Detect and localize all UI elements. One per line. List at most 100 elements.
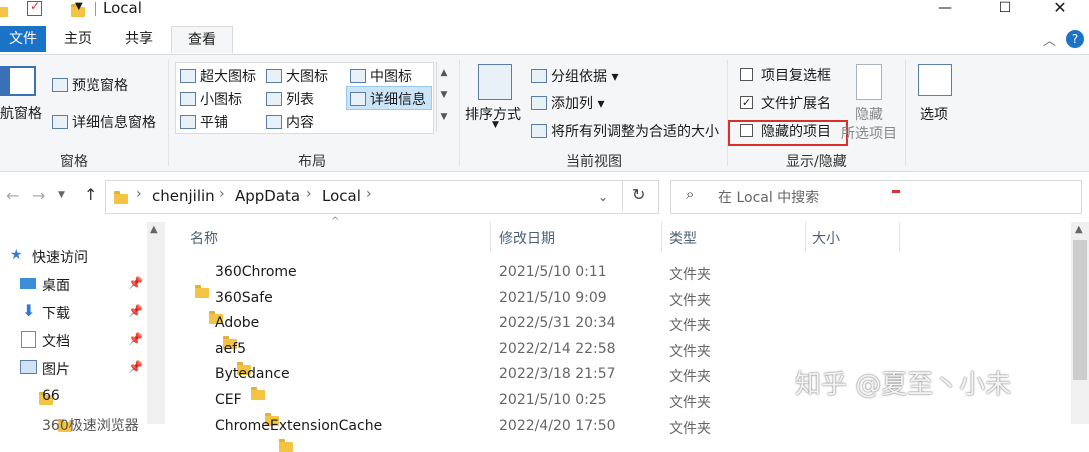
- details-pane-button[interactable]: 详细信息窗格: [52, 112, 156, 132]
- up-icon[interactable]: ↑: [84, 185, 97, 204]
- preview-pane-button[interactable]: 预览窗格: [52, 75, 128, 95]
- tab-view[interactable]: 查看: [171, 26, 233, 53]
- nav-pane-button[interactable]: 航窗格: [0, 103, 42, 123]
- file-name: aef5: [215, 340, 247, 357]
- pin-icon[interactable]: 📌: [128, 360, 143, 374]
- layout-scroll-icons[interactable]: ▲ ▼ ▼: [436, 62, 451, 132]
- search-icon: ⌕: [686, 185, 695, 203]
- qat-dropdown-icon[interactable]: ▼: [75, 1, 83, 12]
- layout-small-icons[interactable]: 小图标: [180, 89, 242, 109]
- item-checkboxes-checkbox[interactable]: [740, 68, 753, 81]
- pin-icon[interactable]: 📌: [128, 332, 143, 346]
- sidebar-item-pictures[interactable]: 图片: [42, 359, 70, 379]
- desktop-icon: [20, 278, 36, 289]
- layout-tiles[interactable]: 平铺: [180, 112, 228, 132]
- details-pane-icon: [52, 115, 68, 129]
- nav-pane-icon-fill: [0, 66, 10, 96]
- file-name: 360Chrome: [215, 264, 297, 280]
- sidebar-item-documents[interactable]: 文档: [42, 331, 70, 351]
- group-label-layout: 布局: [298, 154, 326, 170]
- layout-list[interactable]: 列表: [266, 89, 314, 109]
- chevron-right-icon[interactable]: ›: [366, 186, 372, 202]
- layout-content[interactable]: 内容: [266, 112, 314, 132]
- red-mark: [892, 190, 900, 193]
- details-icon: [350, 92, 366, 106]
- chevron-right-icon: ›: [306, 186, 312, 202]
- back-icon[interactable]: ←: [6, 186, 19, 205]
- collapse-ribbon-icon[interactable]: ︿: [1043, 30, 1056, 49]
- sidebar-item-360browser[interactable]: 360极速浏览器: [42, 415, 139, 435]
- medium-icons-icon: [350, 69, 366, 83]
- group-label-show-hide: 显示/隐藏: [786, 154, 847, 170]
- sidebar-item-66[interactable]: 66: [42, 388, 60, 404]
- search-input[interactable]: 在 Local 中搜索: [718, 187, 819, 207]
- column-header-type[interactable]: 类型: [669, 228, 697, 248]
- help-icon[interactable]: ?: [1066, 30, 1084, 48]
- hidden-items-checkbox[interactable]: [740, 124, 753, 137]
- tab-file[interactable]: 文件: [0, 26, 46, 52]
- ribbon-tabs: [0, 22, 1089, 54]
- tab-home[interactable]: 主页: [60, 26, 96, 52]
- breadcrumb-appdata[interactable]: AppData: [235, 187, 300, 205]
- add-columns-icon: [531, 96, 547, 110]
- sidebar-quick-access[interactable]: 快速访问: [32, 247, 88, 267]
- options-button[interactable]: 选项: [920, 104, 948, 124]
- column-divider[interactable]: [490, 222, 491, 252]
- file-date: 2022/3/18 21:57: [499, 366, 616, 383]
- maximize-button[interactable]: ☐: [985, 0, 1025, 18]
- minimize-button[interactable]: —: [925, 0, 965, 18]
- group-by-button[interactable]: 分组依据 ▾: [531, 66, 618, 86]
- sidebar-item-downloads[interactable]: 下载: [42, 303, 70, 323]
- pin-icon[interactable]: 📌: [128, 304, 143, 318]
- close-button[interactable]: ✕: [1040, 0, 1080, 18]
- add-columns-button[interactable]: 添加列 ▾: [531, 93, 604, 113]
- size-columns-button[interactable]: 将所有列调整为合适的大小: [531, 121, 719, 141]
- hide-selected-icon: [856, 64, 882, 100]
- preview-pane-icon: [52, 78, 68, 92]
- divider: [95, 2, 96, 16]
- star-icon: ★: [10, 247, 23, 263]
- recent-dropdown-icon[interactable]: ▼: [58, 190, 65, 200]
- file-type: 文件夹: [669, 267, 711, 283]
- column-divider[interactable]: [899, 222, 900, 252]
- layout-large-icons[interactable]: 大图标: [266, 66, 328, 86]
- breadcrumb-chenjilin[interactable]: chenjilin: [152, 187, 215, 205]
- breadcrumb-local[interactable]: Local: [322, 187, 361, 205]
- layout-xl-icons[interactable]: 超大图标: [180, 66, 256, 86]
- hide-selected-label-1: 隐藏: [855, 107, 883, 123]
- sidebar-scrollbar[interactable]: [147, 222, 165, 424]
- sidebar-item-desktop[interactable]: 桌面: [42, 275, 70, 295]
- scroll-up-icon[interactable]: ▲: [150, 224, 158, 235]
- column-divider[interactable]: [661, 222, 662, 252]
- item-checkboxes-label: 项目复选框: [761, 68, 831, 84]
- file-ext-checkbox[interactable]: ✓: [740, 96, 753, 109]
- address-dropdown-icon[interactable]: ⌄: [598, 190, 608, 204]
- download-icon: ⬇: [22, 301, 36, 320]
- file-date: 2021/5/10 0:25: [499, 392, 607, 408]
- file-date: 2022/4/20 17:50: [499, 417, 616, 434]
- scroll-thumb[interactable]: [1073, 240, 1087, 380]
- layout-medium-icons[interactable]: 中图标: [350, 66, 412, 86]
- xl-icons-icon: [180, 69, 196, 83]
- divider: [622, 181, 623, 211]
- column-divider[interactable]: [805, 222, 806, 252]
- scroll-up-icon[interactable]: ▲: [1075, 224, 1083, 235]
- column-header-date[interactable]: 修改日期: [499, 228, 555, 248]
- group-divider: [727, 60, 728, 166]
- layout-details[interactable]: 详细信息: [350, 89, 426, 109]
- pin-icon[interactable]: 📌: [128, 276, 143, 290]
- column-header-size[interactable]: 大小: [812, 228, 840, 248]
- group-divider: [459, 60, 460, 166]
- forward-icon[interactable]: →: [32, 186, 45, 205]
- column-header-name[interactable]: 名称: [190, 228, 218, 248]
- chevron-right-icon: ›: [219, 186, 225, 202]
- hidden-items-label: 隐藏的项目: [761, 124, 831, 140]
- sort-by-icon: [478, 64, 512, 100]
- file-type: 文件夹: [669, 420, 711, 437]
- sort-by-dropdown-icon[interactable]: ▼: [492, 120, 499, 130]
- refresh-icon[interactable]: ↻: [632, 185, 645, 204]
- hide-selected-button[interactable]: 所选项目: [841, 123, 897, 143]
- group-by-icon: [531, 69, 547, 83]
- watermark: 知乎 @夏至丶小未: [795, 370, 1012, 400]
- tab-share[interactable]: 共享: [121, 26, 157, 52]
